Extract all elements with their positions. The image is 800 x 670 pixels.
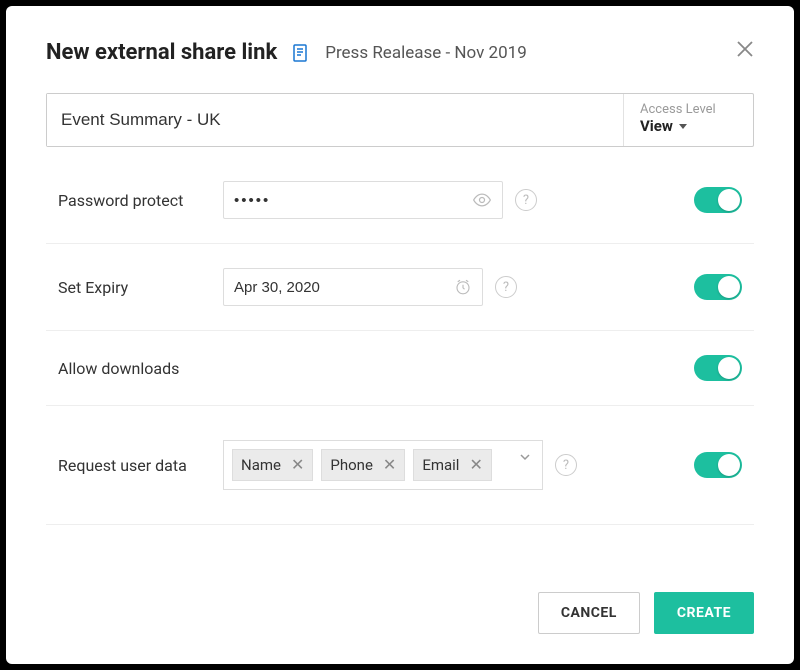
help-icon[interactable]: ? [555,454,577,476]
userdata-label: Request user data [58,456,223,475]
help-icon[interactable]: ? [495,276,517,298]
caret-down-icon [679,124,687,129]
create-button[interactable]: CREATE [654,592,754,634]
access-level-dropdown[interactable]: Access Level View [623,94,753,146]
access-level-value: View [640,117,737,135]
userdata-toggle[interactable] [694,452,742,478]
expiry-input[interactable] [234,279,454,296]
cancel-button[interactable]: CANCEL [538,592,640,634]
access-level-label: Access Level [640,102,737,117]
downloads-row: Allow downloads [46,331,754,406]
share-link-dialog: New external share link Press Realease -… [6,6,794,664]
expiry-label: Set Expiry [58,278,223,297]
settings-list: Password protect ? Set Expiry [46,151,754,570]
tag-phone: Phone ✕ [321,449,405,481]
remove-tag-icon[interactable]: ✕ [383,457,396,473]
userdata-row: Request user data Name ✕ Phone ✕ E [46,406,754,525]
password-row: Password protect ? [46,151,754,244]
tag-name: Name ✕ [232,449,313,481]
password-toggle[interactable] [694,187,742,213]
password-label: Password protect [58,191,223,210]
dialog-header: New external share link Press Realease -… [46,40,754,65]
chevron-down-icon [518,449,532,468]
context-name: Press Realease - Nov 2019 [325,43,527,63]
downloads-toggle[interactable] [694,355,742,381]
userdata-tag-input[interactable]: Name ✕ Phone ✕ Email ✕ [223,440,543,490]
password-input[interactable] [234,192,472,209]
document-icon [291,43,311,63]
dialog-title: New external share link [46,40,277,65]
clock-icon[interactable] [454,278,472,296]
remove-tag-icon[interactable]: ✕ [469,457,482,473]
expiry-input-wrap [223,268,483,306]
close-button[interactable] [732,36,758,62]
password-input-wrap [223,181,503,219]
dialog-footer: CANCEL CREATE [46,570,754,634]
tag-email: Email ✕ [413,449,492,481]
remove-tag-icon[interactable]: ✕ [291,457,304,473]
downloads-label: Allow downloads [58,359,223,378]
link-name-input[interactable] [47,94,623,146]
expiry-row: Set Expiry ? [46,244,754,331]
help-icon[interactable]: ? [515,189,537,211]
eye-icon[interactable] [472,190,492,210]
name-row: Access Level View [46,93,754,147]
expiry-toggle[interactable] [694,274,742,300]
